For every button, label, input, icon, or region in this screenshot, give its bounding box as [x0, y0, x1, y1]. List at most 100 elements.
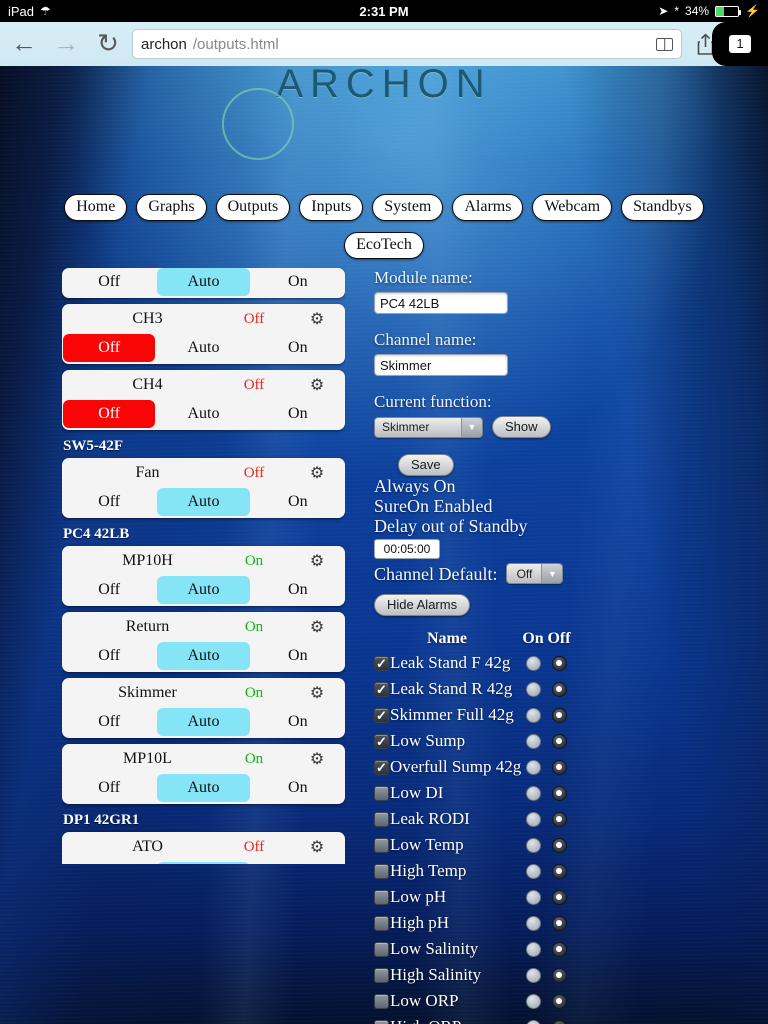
- alarm-on-radio[interactable]: [525, 811, 541, 827]
- alarm-off-radio[interactable]: [551, 993, 567, 1009]
- nav-item-outputs[interactable]: Outputs: [215, 194, 291, 221]
- channel-mode-on-button[interactable]: On: [252, 774, 344, 802]
- gear-icon[interactable]: ⚙: [293, 683, 341, 703]
- nav-item-inputs[interactable]: Inputs: [299, 194, 364, 221]
- channel-name-input[interactable]: Skimmer: [374, 354, 508, 376]
- alarm-on-radio[interactable]: [525, 681, 541, 697]
- current-function-select[interactable]: Skimmer ▼: [374, 416, 483, 438]
- alarm-off-radio[interactable]: [551, 889, 567, 905]
- channel-mode-off-button[interactable]: Off: [63, 268, 155, 296]
- alarm-off-radio[interactable]: [551, 759, 567, 775]
- hide-alarms-button[interactable]: Hide Alarms: [374, 594, 471, 617]
- alarm-on-radio[interactable]: [525, 967, 541, 983]
- gear-icon[interactable]: ⚙: [293, 463, 341, 483]
- channel-mode-off-button[interactable]: Off: [63, 400, 156, 428]
- alarm-enable-checkbox[interactable]: [374, 681, 389, 697]
- alarm-enable-checkbox[interactable]: [374, 1019, 389, 1024]
- nav-item-home[interactable]: Home: [64, 194, 128, 221]
- nav-item-graphs[interactable]: Graphs: [136, 194, 207, 221]
- channel-mode-auto-button[interactable]: Auto: [157, 400, 249, 428]
- channel-mode-on-button[interactable]: On: [252, 862, 344, 864]
- gear-icon[interactable]: ⚙: [293, 309, 341, 329]
- nav-item-system[interactable]: System: [372, 194, 444, 221]
- alarm-on-radio[interactable]: [525, 733, 541, 749]
- channel-mode-auto-button[interactable]: Auto: [157, 334, 249, 362]
- alarm-off-radio[interactable]: [551, 733, 567, 749]
- alarm-off-radio[interactable]: [551, 785, 567, 801]
- alarm-enable-checkbox[interactable]: [374, 655, 389, 671]
- alarm-off-radio[interactable]: [551, 707, 567, 723]
- channel-mode-on-button[interactable]: On: [252, 576, 344, 604]
- gear-icon[interactable]: ⚙: [293, 749, 341, 769]
- nav-item-ecotech[interactable]: EcoTech: [344, 232, 424, 259]
- alarm-on-radio[interactable]: [525, 915, 541, 931]
- alarm-on-radio[interactable]: [525, 863, 541, 879]
- alarm-enable-checkbox[interactable]: [374, 837, 389, 853]
- alarm-off-radio[interactable]: [551, 1019, 567, 1024]
- alarm-off-radio[interactable]: [551, 655, 567, 671]
- alarm-off-radio[interactable]: [551, 941, 567, 957]
- nav-item-alarms[interactable]: Alarms: [452, 194, 524, 221]
- alarm-on-radio[interactable]: [525, 993, 541, 1009]
- channel-mode-auto-button[interactable]: Auto: [157, 708, 250, 736]
- delay-out-of-standby-input[interactable]: 00:05:00: [374, 539, 440, 560]
- channel-mode-on-button[interactable]: On: [252, 642, 344, 670]
- save-button[interactable]: Save: [398, 454, 454, 476]
- alarm-off-radio[interactable]: [551, 811, 567, 827]
- alarm-off-radio[interactable]: [551, 681, 567, 697]
- module-name-input[interactable]: PC4 42LB: [374, 292, 508, 314]
- alarm-enable-checkbox[interactable]: [374, 811, 389, 827]
- alarm-enable-checkbox[interactable]: [374, 733, 389, 749]
- channel-mode-off-button[interactable]: Off: [63, 708, 155, 736]
- alarm-off-radio[interactable]: [551, 915, 567, 931]
- channel-mode-on-button[interactable]: On: [252, 708, 344, 736]
- alarm-enable-checkbox[interactable]: [374, 941, 389, 957]
- channel-mode-auto-button[interactable]: Auto: [157, 576, 250, 604]
- alarm-off-radio[interactable]: [551, 863, 567, 879]
- address-bar[interactable]: archon/outputs.html: [132, 29, 682, 59]
- channel-mode-auto-button[interactable]: Auto: [157, 642, 250, 670]
- alarm-on-radio[interactable]: [525, 1019, 541, 1024]
- alarm-enable-checkbox[interactable]: [374, 785, 389, 801]
- show-button[interactable]: Show: [492, 416, 551, 438]
- channel-mode-on-button[interactable]: On: [252, 488, 344, 516]
- channel-mode-auto-button[interactable]: Auto: [157, 268, 250, 296]
- gear-icon[interactable]: ⚙: [293, 551, 341, 571]
- channel-mode-off-button[interactable]: Off: [63, 576, 155, 604]
- gear-icon[interactable]: ⚙: [293, 837, 341, 857]
- alarm-enable-checkbox[interactable]: [374, 915, 389, 931]
- forward-arrow-icon[interactable]: →: [48, 27, 84, 61]
- nav-item-standbys[interactable]: Standbys: [621, 194, 704, 221]
- channel-mode-auto-button[interactable]: Auto: [157, 862, 250, 864]
- alarm-enable-checkbox[interactable]: [374, 993, 389, 1009]
- alarm-enable-checkbox[interactable]: [374, 707, 389, 723]
- alarm-on-radio[interactable]: [525, 837, 541, 853]
- alarm-on-radio[interactable]: [525, 889, 541, 905]
- alarm-on-radio[interactable]: [525, 941, 541, 957]
- channel-list[interactable]: Off Auto On CH3 Off ⚙ Off Auto On CH4 Off ⚙ Off Auto O…: [62, 268, 345, 864]
- alarm-enable-checkbox[interactable]: [374, 889, 389, 905]
- alarm-on-radio[interactable]: [525, 707, 541, 723]
- nav-item-webcam[interactable]: Webcam: [532, 194, 613, 221]
- channel-mode-auto-button[interactable]: Auto: [157, 488, 250, 516]
- reload-icon[interactable]: ↻: [90, 27, 126, 61]
- alarm-on-radio[interactable]: [525, 655, 541, 671]
- channel-mode-auto-button[interactable]: Auto: [157, 774, 250, 802]
- alarm-off-radio[interactable]: [551, 837, 567, 853]
- gear-icon[interactable]: ⚙: [293, 617, 341, 637]
- alarm-off-radio[interactable]: [551, 967, 567, 983]
- alarm-enable-checkbox[interactable]: [374, 967, 389, 983]
- tab-count-button[interactable]: 1: [712, 22, 768, 66]
- channel-mode-on-button[interactable]: On: [252, 400, 344, 428]
- alarm-enable-checkbox[interactable]: [374, 863, 389, 879]
- alarm-enable-checkbox[interactable]: [374, 759, 389, 775]
- alarm-on-radio[interactable]: [525, 759, 541, 775]
- channel-default-select[interactable]: Off ▼: [506, 563, 564, 585]
- channel-mode-off-button[interactable]: Off: [63, 774, 155, 802]
- alarm-on-radio[interactable]: [525, 785, 541, 801]
- channel-mode-off-button[interactable]: Off: [63, 488, 155, 516]
- channel-mode-on-button[interactable]: On: [252, 268, 344, 296]
- reader-view-icon[interactable]: [656, 37, 673, 51]
- channel-mode-off-button[interactable]: Off: [63, 862, 155, 864]
- back-arrow-icon[interactable]: ←: [6, 27, 42, 61]
